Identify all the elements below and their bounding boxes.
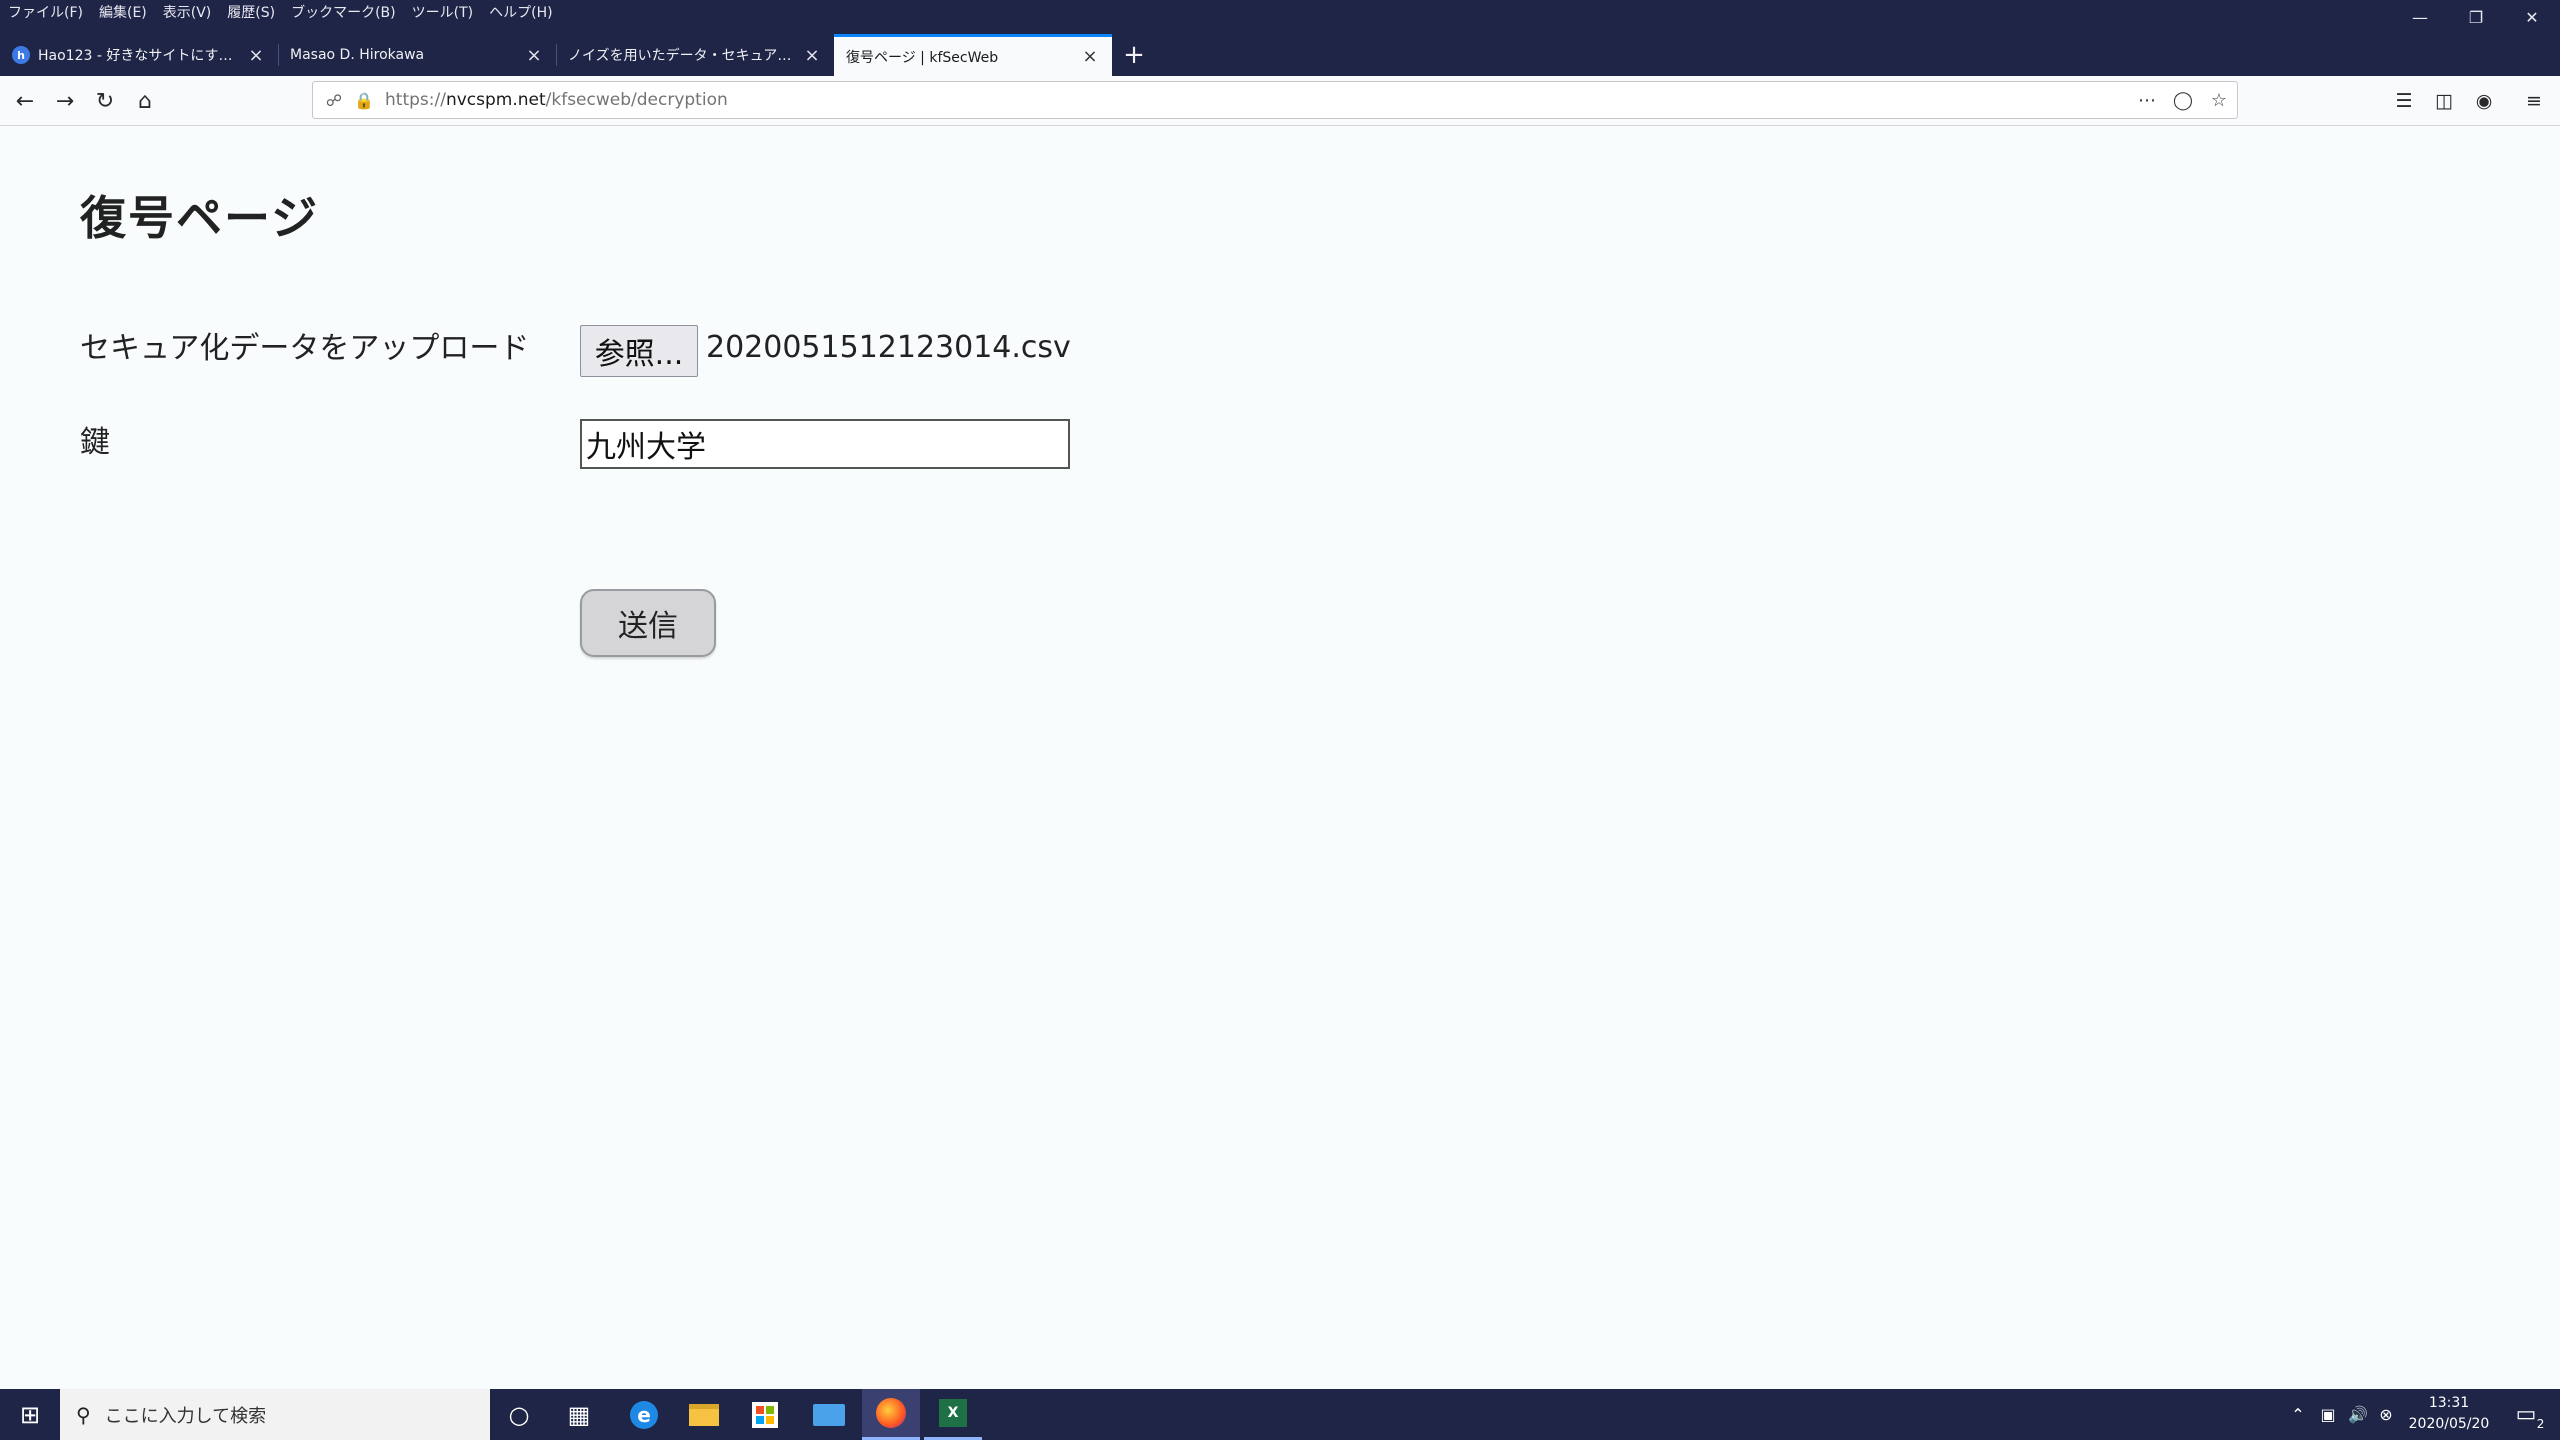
- url-bar[interactable]: ☍ 🔒 https://nvcspm.net/kfsecweb/decrypti…: [312, 81, 2238, 119]
- submit-button[interactable]: 送信: [580, 589, 716, 657]
- taskbar: ⊞ ⚲ ここに入力して検索 ○ ▦ e X ⌃ ▣ 🔊 ⊗ 13:31 2020…: [0, 1389, 2560, 1440]
- close-icon[interactable]: ×: [524, 45, 544, 66]
- library-icon[interactable]: ☰: [2386, 84, 2422, 118]
- menu-bookmarks[interactable]: ブックマーク(B): [291, 2, 396, 22]
- close-window-icon[interactable]: ✕: [2504, 0, 2560, 34]
- file-explorer-icon[interactable]: [675, 1389, 733, 1440]
- menu-history[interactable]: 履歴(S): [227, 2, 275, 22]
- excel-icon[interactable]: X: [924, 1389, 982, 1440]
- close-icon[interactable]: ×: [246, 45, 266, 66]
- close-icon[interactable]: ×: [802, 45, 822, 66]
- clock-time: 13:31: [2428, 1395, 2470, 1411]
- tab-hao123[interactable]: h Hao123 - 好きなサイトにすぐ行ける ×: [0, 34, 278, 76]
- firefox-logo: [876, 1398, 906, 1428]
- mail-icon[interactable]: [800, 1389, 858, 1440]
- menu-file[interactable]: ファイル(F): [8, 2, 83, 22]
- selected-file-name: 2020051512123014.csv: [706, 330, 1071, 365]
- upload-label: セキュア化データをアップロード: [80, 331, 530, 366]
- cortana-icon[interactable]: ○: [490, 1389, 548, 1440]
- browse-button[interactable]: 参照...: [580, 325, 698, 377]
- menu-view[interactable]: 表示(V): [163, 2, 212, 22]
- url-host: nvcspm.net: [445, 90, 546, 110]
- sidebar-icon[interactable]: ◫: [2426, 84, 2462, 118]
- menu-help[interactable]: ヘルプ(H): [489, 2, 552, 22]
- tab-hirokawa[interactable]: Masao D. Hirokawa ×: [278, 34, 556, 76]
- tab-title: Masao D. Hirokawa: [290, 47, 425, 63]
- lock-icon[interactable]: 🔒: [349, 85, 379, 115]
- page-title: 復号ページ: [80, 191, 320, 245]
- close-icon[interactable]: ×: [1080, 46, 1100, 67]
- hao123-icon: h: [12, 46, 30, 64]
- new-tab-icon[interactable]: +: [1112, 34, 1156, 76]
- tab-demo[interactable]: ノイズを用いたデータ・セキュア化のデモ ×: [556, 34, 834, 76]
- pocket-icon[interactable]: ◯: [2165, 85, 2201, 115]
- home-icon[interactable]: ⌂: [128, 84, 162, 118]
- page-content: 復号ページ セキュア化データをアップロード 参照... 202005151212…: [0, 127, 2560, 1389]
- folder-logo: [689, 1403, 719, 1426]
- menu-tools[interactable]: ツール(T): [412, 2, 473, 22]
- edge-icon[interactable]: e: [615, 1389, 673, 1440]
- task-view-icon[interactable]: ▦: [550, 1389, 608, 1440]
- bookmark-star-icon[interactable]: ☆: [2201, 85, 2237, 115]
- firefox-icon[interactable]: [862, 1389, 920, 1440]
- taskbar-search[interactable]: ⚲ ここに入力して検索: [60, 1389, 490, 1440]
- network-icon[interactable]: ▣: [2314, 1389, 2342, 1440]
- browser-chrome: ファイル(F) 編集(E) 表示(V) 履歴(S) ブックマーク(B) ツール(…: [0, 0, 2560, 76]
- url-path: /kfsecweb/decryption: [545, 90, 728, 110]
- hamburger-menu-icon[interactable]: ≡: [2516, 84, 2552, 118]
- restore-icon[interactable]: ❐: [2448, 0, 2504, 34]
- volume-icon[interactable]: 🔊: [2344, 1389, 2372, 1440]
- search-placeholder: ここに入力して検索: [104, 1405, 267, 1427]
- minimize-icon[interactable]: —: [2392, 0, 2448, 34]
- account-icon[interactable]: ◉: [2466, 84, 2502, 118]
- system-clock[interactable]: 13:31 2020/05/20: [2394, 1393, 2504, 1435]
- notification-center-icon[interactable]: ▭ 2: [2504, 1389, 2548, 1440]
- tab-title: Hao123 - 好きなサイトにすぐ行ける: [38, 48, 246, 64]
- url-scheme: https://: [385, 90, 446, 110]
- edge-logo: e: [630, 1400, 658, 1429]
- reload-icon[interactable]: ↻: [88, 84, 122, 118]
- tab-title: ノイズを用いたデータ・セキュア化のデモ: [568, 48, 802, 64]
- clock-date: 2020/05/20: [2408, 1416, 2490, 1432]
- forward-icon[interactable]: →: [48, 84, 82, 118]
- store-logo: [752, 1401, 778, 1428]
- mail-logo: [813, 1403, 845, 1426]
- window-controls: — ❐ ✕: [2392, 0, 2560, 34]
- menu-edit[interactable]: 編集(E): [99, 2, 147, 22]
- notification-count: 2: [2536, 1417, 2545, 1431]
- tab-decryption[interactable]: 復号ページ | kfSecWeb ×: [834, 34, 1112, 76]
- url-text[interactable]: https://nvcspm.net/kfsecweb/decryption: [385, 90, 2129, 110]
- shield-icon[interactable]: ☍: [319, 85, 349, 115]
- excel-logo: X: [939, 1399, 967, 1427]
- page-actions-icon[interactable]: ⋯: [2129, 85, 2165, 115]
- store-icon[interactable]: [736, 1389, 794, 1440]
- tab-strip: h Hao123 - 好きなサイトにすぐ行ける × Masao D. Hirok…: [0, 34, 1156, 76]
- key-input[interactable]: 九州大学: [580, 419, 1070, 469]
- chevron-up-icon[interactable]: ⌃: [2284, 1389, 2312, 1440]
- tab-title: 復号ページ | kfSecWeb: [846, 49, 999, 66]
- key-label: 鍵: [80, 425, 110, 460]
- back-icon[interactable]: ←: [8, 84, 42, 118]
- menu-bar: ファイル(F) 編集(E) 表示(V) 履歴(S) ブックマーク(B) ツール(…: [0, 0, 569, 24]
- navigation-bar: ← → ↻ ⌂ ☍ 🔒 https://nvcspm.net/kfsecweb/…: [0, 76, 2560, 126]
- search-icon: ⚲: [76, 1402, 91, 1427]
- windows-start-icon[interactable]: ⊞: [0, 1389, 60, 1440]
